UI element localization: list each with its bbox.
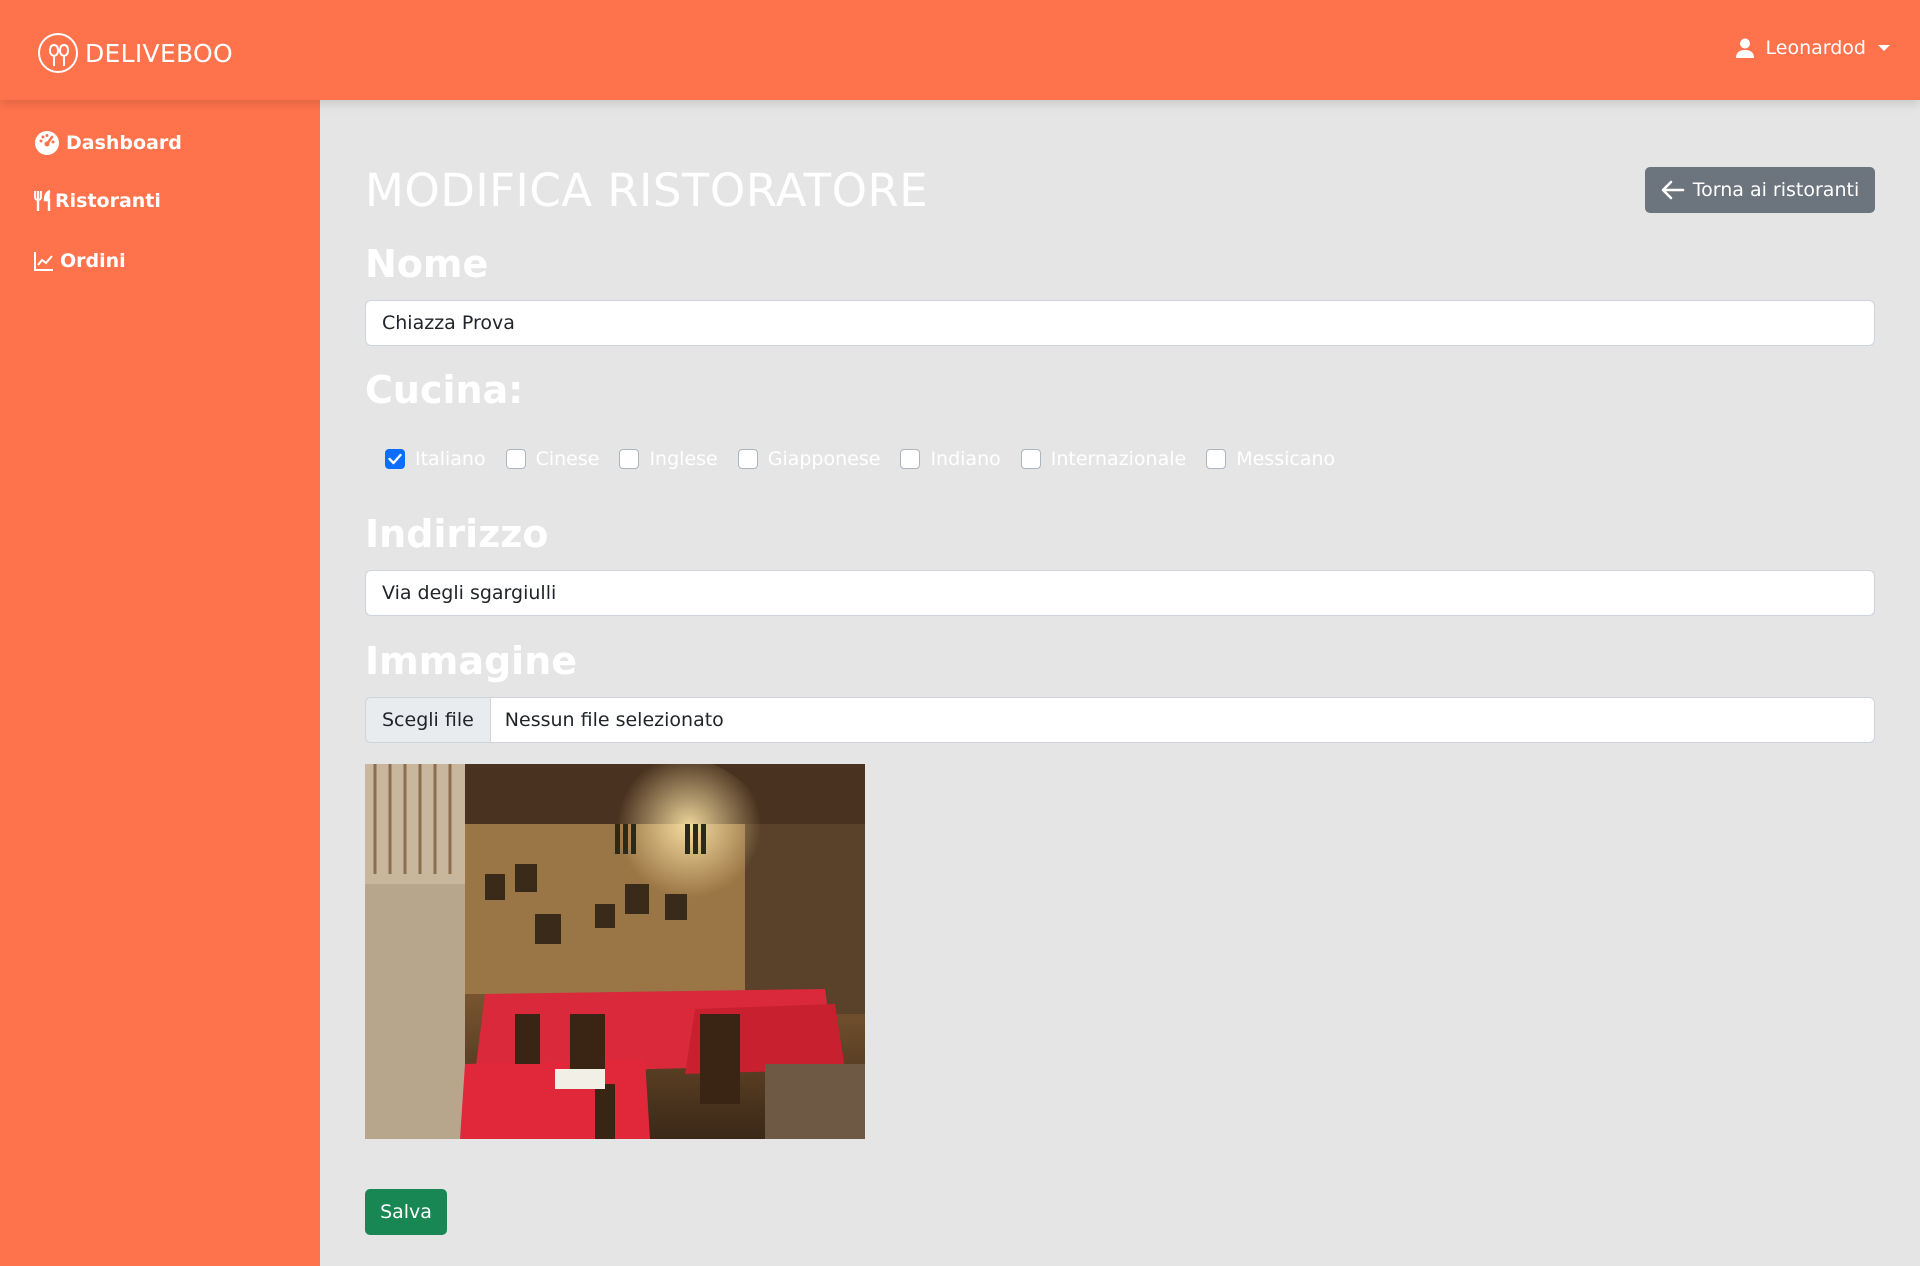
address-field[interactable]: Via degli sgargiulli <box>365 570 1875 616</box>
cuisine-checkbox-group: Italiano Cinese Inglese Giapponese India… <box>385 448 1355 470</box>
cuisine-option-italiano[interactable]: Italiano <box>385 448 486 470</box>
cuisine-option-label: Internazionale <box>1050 448 1187 470</box>
chevron-down-icon <box>1878 45 1890 51</box>
user-name: Leonardod <box>1765 37 1866 59</box>
sidebar-item-label: Ordini <box>60 250 126 272</box>
restaurant-image-preview <box>365 764 865 1139</box>
back-to-restaurants-button[interactable]: Torna ai ristoranti <box>1645 167 1875 213</box>
sidebar-item-label: Dashboard <box>66 132 182 154</box>
cuisine-label: Cucina: <box>365 368 524 412</box>
checkbox[interactable] <box>1206 449 1227 469</box>
logo-icon <box>38 33 78 73</box>
save-button[interactable]: Salva <box>365 1189 447 1235</box>
main-content: MODIFICA RISTORATORE Torna ai ristoranti… <box>320 100 1920 1266</box>
user-icon <box>1735 38 1754 58</box>
cuisine-option-indiano[interactable]: Indiano <box>900 448 1001 470</box>
gauge-icon <box>34 130 60 156</box>
address-label: Indirizzo <box>365 512 549 556</box>
top-navbar: DELIVEBOO Leonardod <box>0 0 1920 100</box>
checkbox[interactable] <box>1020 449 1041 469</box>
cuisine-option-label: Giapponese <box>767 448 881 470</box>
choose-file-button[interactable]: Scegli file <box>366 698 491 742</box>
sidebar-item-label: Ristoranti <box>55 190 161 212</box>
utensils-icon <box>33 190 53 212</box>
cuisine-option-giapponese[interactable]: Giapponese <box>737 448 881 470</box>
name-label: Nome <box>365 242 489 286</box>
image-file-input[interactable]: Scegli file Nessun file selezionato <box>365 697 1875 743</box>
name-field[interactable]: Chiazza Prova <box>365 300 1875 346</box>
cuisine-option-internazionale[interactable]: Internazionale <box>1020 448 1187 470</box>
cuisine-option-label: Inglese <box>649 448 718 470</box>
cuisine-option-messicano[interactable]: Messicano <box>1206 448 1335 470</box>
sidebar-item-dashboard[interactable]: Dashboard <box>34 130 182 156</box>
cuisine-option-cinese[interactable]: Cinese <box>505 448 600 470</box>
sidebar-item-ristoranti[interactable]: Ristoranti <box>33 190 161 212</box>
cuisine-option-inglese[interactable]: Inglese <box>619 448 718 470</box>
image-label: Immagine <box>365 639 578 683</box>
cuisine-option-label: Cinese <box>535 448 600 470</box>
checkbox[interactable] <box>737 449 758 469</box>
user-dropdown[interactable]: Leonardod <box>1735 37 1890 59</box>
back-button-label: Torna ai ristoranti <box>1692 179 1860 201</box>
brand-name: DELIVEBOO <box>85 38 234 68</box>
chart-line-icon <box>34 251 54 271</box>
sidebar-item-ordini[interactable]: Ordini <box>34 250 126 272</box>
cuisine-option-label: Messicano <box>1236 448 1336 470</box>
file-status-text: Nessun file selezionato <box>504 709 724 731</box>
checkbox-checked[interactable] <box>385 449 405 469</box>
checkbox[interactable] <box>619 449 640 469</box>
page-title: MODIFICA RISTORATORE <box>365 164 929 217</box>
checkbox[interactable] <box>505 449 526 469</box>
checkbox[interactable] <box>900 449 921 469</box>
cuisine-option-label: Indiano <box>930 448 1001 470</box>
arrow-left-icon <box>1661 180 1685 200</box>
cuisine-option-label: Italiano <box>415 448 486 470</box>
sidebar: Dashboard Ristoranti Ordini <box>0 100 320 1266</box>
brand-logo[interactable]: DELIVEBOO <box>38 33 233 73</box>
